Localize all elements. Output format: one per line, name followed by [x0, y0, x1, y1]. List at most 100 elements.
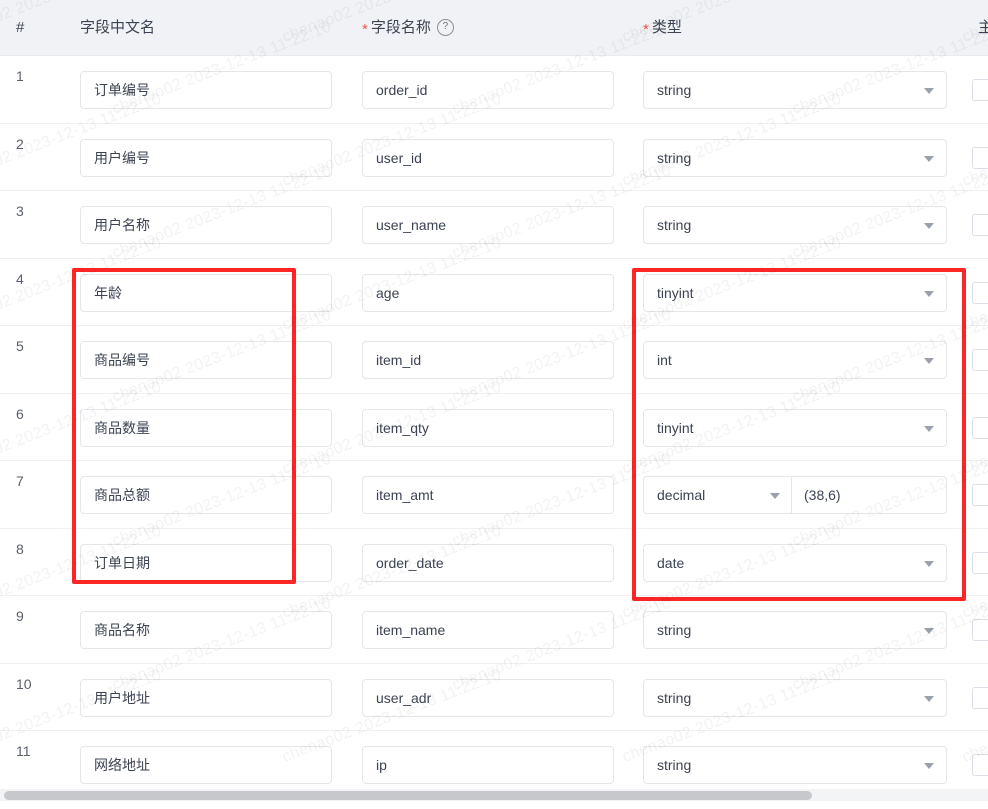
column-header-index-label: # — [16, 19, 25, 36]
primary-key-checkbox[interactable] — [972, 79, 988, 101]
cn-name-input[interactable]: 商品名称 — [80, 611, 332, 649]
column-header-field-name: * 字段名称? — [362, 0, 454, 55]
type-select-value: string — [657, 757, 692, 773]
type-select[interactable]: string — [643, 746, 947, 784]
field-name-input[interactable]: user_name — [362, 206, 614, 244]
type-select-value: string — [657, 82, 692, 98]
cn-name-input[interactable]: 网络地址 — [80, 746, 332, 784]
field-name-value: user_adr — [376, 689, 432, 706]
horizontal-scrollbar-thumb[interactable] — [4, 791, 812, 800]
row-index-label: 8 — [16, 540, 24, 557]
type-select[interactable]: int — [643, 341, 947, 379]
chevron-down-icon[interactable] — [924, 155, 934, 162]
table-row: 8 订单日期 order_date date — [0, 529, 988, 596]
cn-name-input[interactable]: 商品总额 — [80, 476, 332, 514]
type-select-value: tinyint — [657, 284, 694, 301]
table-row: 6 商品数量 item_qty tinyint — [0, 394, 988, 461]
cn-name-value: 网络地址 — [94, 757, 150, 773]
type-select[interactable]: date — [643, 543, 947, 582]
primary-key-checkbox[interactable] — [972, 349, 988, 371]
cn-name-input[interactable]: 用户编号 — [80, 138, 332, 177]
type-select[interactable]: decimal (38,6) — [643, 476, 947, 514]
chevron-down-icon[interactable] — [924, 763, 934, 769]
cn-name-value: 年龄 — [94, 284, 122, 301]
field-name-value: item_amt — [376, 487, 434, 503]
cn-name-input[interactable]: 用户地址 — [80, 678, 332, 717]
question-circle-icon[interactable]: ? — [436, 18, 454, 36]
field-name-value: order_id — [376, 82, 428, 98]
field-name-value: age — [376, 284, 400, 301]
chevron-down-icon[interactable] — [924, 628, 934, 634]
table-body: 1 订单编号 order_id string 2 用户编号 user_id string 3 用户… — [0, 56, 988, 799]
field-name-input[interactable]: age — [362, 273, 614, 312]
primary-key-checkbox[interactable] — [972, 484, 988, 506]
field-name-input[interactable]: user_id — [362, 138, 614, 177]
cn-name-input[interactable]: 商品编号 — [80, 341, 332, 379]
field-name-value: ip — [376, 757, 387, 773]
cn-name-value: 商品总额 — [94, 487, 150, 503]
field-name-value: user_id — [376, 149, 422, 166]
type-select[interactable]: string — [643, 206, 947, 244]
row-index-label: 4 — [16, 270, 24, 287]
primary-key-checkbox[interactable] — [972, 416, 988, 439]
type-select[interactable]: tinyint — [643, 273, 947, 312]
chevron-down-icon[interactable] — [924, 290, 934, 297]
table-row: 2 用户编号 user_id string — [0, 124, 988, 191]
type-select[interactable]: string — [643, 138, 947, 177]
type-select-value: string — [657, 217, 692, 233]
field-name-input[interactable]: order_date — [362, 543, 614, 582]
primary-key-checkbox[interactable] — [972, 281, 988, 304]
field-name-input[interactable]: item_name — [362, 611, 614, 649]
cn-name-value: 商品编号 — [94, 352, 150, 368]
type-select-value: string — [657, 689, 692, 706]
cn-name-input[interactable]: 订单编号 — [80, 71, 332, 109]
column-header-field-name-label: 字段名称 — [370, 19, 431, 36]
type-select[interactable]: string — [643, 611, 947, 649]
chevron-down-icon[interactable] — [924, 560, 934, 567]
field-name-input[interactable]: order_id — [362, 71, 614, 109]
field-name-input[interactable]: user_adr — [362, 678, 614, 717]
cn-name-input[interactable]: 年龄 — [80, 273, 332, 312]
cn-name-input[interactable]: 用户名称 — [80, 206, 332, 244]
cn-name-value: 用户编号 — [94, 149, 150, 166]
primary-key-checkbox[interactable] — [972, 214, 988, 236]
field-name-input[interactable]: item_amt — [362, 476, 614, 514]
type-select[interactable]: string — [643, 71, 947, 109]
cn-name-input[interactable]: 商品数量 — [80, 408, 332, 447]
row-index-label: 2 — [16, 135, 24, 152]
field-name-input[interactable]: item_qty — [362, 408, 614, 447]
cn-name-value: 用户地址 — [94, 689, 150, 706]
type-select-value: string — [657, 622, 692, 638]
chevron-down-icon[interactable] — [924, 88, 934, 94]
chevron-down-icon[interactable] — [924, 358, 934, 364]
column-header-cn-name: 字段中文名 — [80, 0, 155, 55]
type-select[interactable]: string — [643, 678, 947, 717]
type-select-value: decimal — [657, 487, 706, 503]
chevron-down-icon[interactable] — [924, 425, 934, 432]
row-index-label: 6 — [16, 405, 24, 422]
field-name-value: item_name — [376, 622, 446, 638]
primary-key-checkbox[interactable] — [972, 686, 988, 709]
field-name-input[interactable]: item_id — [362, 341, 614, 379]
primary-key-checkbox[interactable] — [972, 619, 988, 641]
type-select-value: date — [657, 554, 685, 571]
row-index-label: 9 — [16, 608, 24, 624]
column-header-index: # — [16, 0, 24, 55]
column-header-primary-key-label: 主 — [978, 19, 988, 36]
cn-name-input[interactable]: 订单日期 — [80, 543, 332, 582]
primary-key-checkbox[interactable] — [972, 754, 988, 776]
table-row: 3 用户名称 user_name string — [0, 191, 988, 259]
type-precision-value[interactable]: (38,6) — [804, 477, 841, 513]
type-precision-divider — [791, 477, 792, 513]
field-name-input[interactable]: ip — [362, 746, 614, 784]
chevron-down-icon[interactable] — [770, 493, 780, 499]
column-header-primary-key: 主 — [978, 0, 988, 55]
chevron-down-icon[interactable] — [924, 695, 934, 702]
type-select[interactable]: tinyint — [643, 408, 947, 447]
primary-key-checkbox[interactable] — [972, 551, 988, 574]
field-name-value: item_id — [376, 352, 422, 368]
column-header-type-label: 类型 — [651, 19, 682, 36]
primary-key-checkbox[interactable] — [972, 146, 988, 169]
chevron-down-icon[interactable] — [924, 223, 934, 229]
cn-name-value: 商品数量 — [94, 419, 150, 436]
